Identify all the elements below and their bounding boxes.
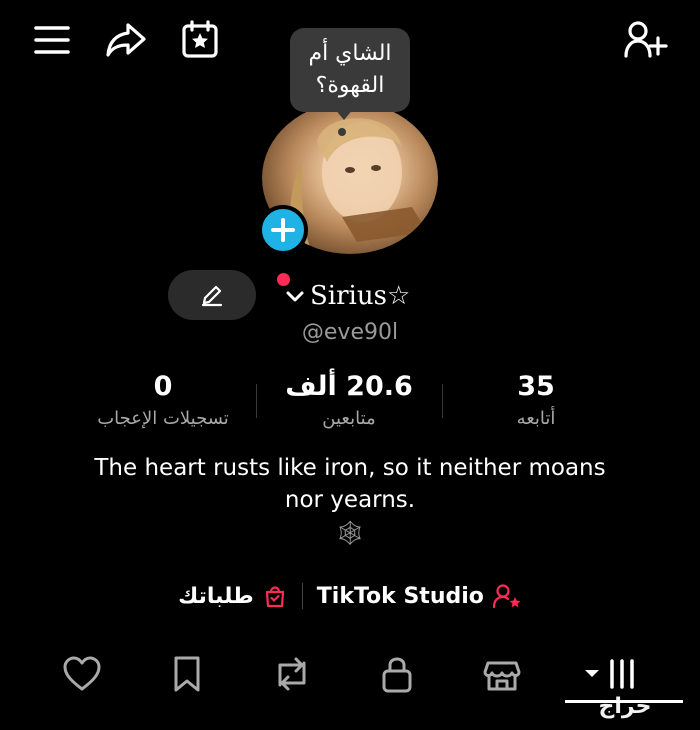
profile-handle: @eve90l	[301, 320, 399, 345]
plus-icon	[271, 218, 295, 242]
account-switcher[interactable]: Sirius☆	[284, 278, 410, 314]
watermark-logo: حراج	[560, 688, 690, 724]
note-bubble-dot	[338, 128, 346, 136]
following-label: أتابعه	[516, 408, 556, 429]
share-icon[interactable]	[104, 18, 148, 62]
shopping-bag-icon	[265, 586, 284, 608]
tab-reposts[interactable]	[267, 646, 317, 702]
add-friend-icon[interactable]	[622, 18, 668, 62]
orders-label: طلباتك	[178, 583, 254, 609]
tab-liked[interactable]	[57, 646, 107, 702]
tiktok-studio-link[interactable]: TikTok Studio	[317, 582, 522, 610]
tab-saved[interactable]	[162, 646, 212, 702]
profile-bio: The heart rusts like iron, so it neither…	[0, 452, 700, 550]
followers-count: 20.6 ألف	[285, 371, 413, 402]
watermark-text: حراج	[598, 693, 652, 719]
quick-links: طلباتك TikTok Studio	[0, 576, 700, 616]
likes-count: 0	[153, 371, 173, 402]
calendar-star-icon[interactable]	[178, 18, 222, 62]
add-story-button[interactable]	[258, 205, 308, 255]
creator-star-icon	[492, 584, 521, 609]
bio-emoji: 🕸	[334, 519, 366, 547]
pencil-icon	[201, 285, 223, 307]
bio-line-1: The heart rusts like iron, so it neither…	[94, 455, 606, 481]
following-count: 35	[517, 371, 555, 402]
stat-divider	[256, 384, 257, 418]
shop-icon	[483, 661, 521, 691]
edit-profile-button[interactable]	[168, 270, 256, 320]
following-stat[interactable]: 35 أتابعه	[446, 370, 626, 432]
chevron-down-icon	[286, 291, 304, 302]
note-bubble-line1: الشاي أم	[308, 41, 392, 66]
orders-link[interactable]: طلباتك	[178, 583, 288, 609]
tab-shop[interactable]	[477, 646, 527, 702]
link-divider	[301, 583, 303, 609]
tab-private[interactable]	[372, 646, 422, 702]
bookmark-icon	[174, 656, 200, 692]
lock-icon	[382, 657, 412, 693]
heart-icon	[63, 656, 101, 691]
stat-divider	[442, 384, 443, 418]
note-bubble-tail	[334, 108, 354, 120]
likes-label: تسجيلات الإعجاب	[97, 408, 229, 429]
bio-line-2: nor yearns.	[284, 487, 416, 513]
note-bubble[interactable]: الشاي أم القهوة؟	[290, 28, 410, 112]
followers-stat[interactable]: 20.6 ألف متابعين	[259, 370, 439, 432]
note-bubble-line2: القهوة؟	[315, 73, 385, 98]
menu-icon[interactable]	[30, 18, 74, 62]
repost-icon	[278, 657, 306, 691]
followers-label: متابعين	[322, 408, 376, 429]
studio-label: TikTok Studio	[316, 583, 484, 609]
profile-name: Sirius☆	[310, 281, 411, 311]
likes-stat[interactable]: 0 تسجيلات الإعجاب	[73, 370, 253, 432]
